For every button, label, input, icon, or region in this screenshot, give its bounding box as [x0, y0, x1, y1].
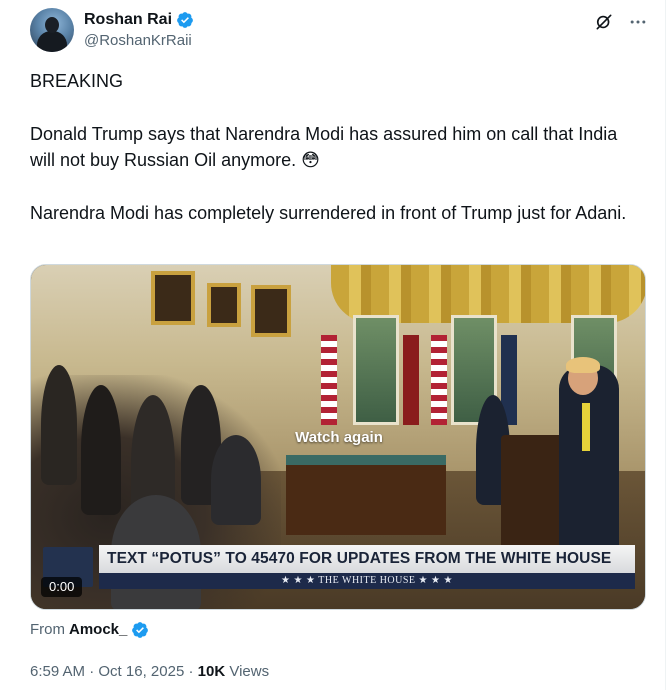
tweet-meta: 6:59 AM · Oct 16, 2025 · 10K Views — [30, 662, 269, 682]
tweet-line: BREAKING — [30, 71, 124, 91]
avatar[interactable] — [30, 8, 74, 52]
tweet-header: Roshan Rai @RoshanKrRaii — [30, 8, 648, 54]
watch-again-button[interactable]: Watch again — [31, 429, 645, 446]
video-duration-badge: 0:00 — [41, 577, 83, 597]
tweet-time[interactable]: 6:59 AM — [30, 663, 85, 680]
source-account-link[interactable]: Amock_ — [69, 620, 127, 640]
author-display-name[interactable]: Roshan Rai — [84, 10, 172, 30]
lower-third-sub: ★ ★ ★ THE WHITE HOUSE ★ ★ ★ — [99, 573, 635, 589]
video-lower-third: TEXT “POTUS” TO 45470 FOR UPDATES FROM T… — [99, 545, 635, 589]
tweet-line: Donald Trump says that Narendra Modi has… — [30, 124, 618, 170]
tweet-text: BREAKING Donald Trump says that Narendra… — [30, 68, 630, 226]
header-actions — [594, 12, 648, 32]
from-label: From — [30, 621, 65, 638]
author-handle[interactable]: @RoshanKrRaii — [84, 31, 194, 51]
author-names: Roshan Rai @RoshanKrRaii — [84, 10, 194, 51]
meta-separator: · — [89, 663, 95, 680]
views-label: Views — [229, 663, 270, 680]
meta-separator: · — [188, 663, 194, 680]
source-attribution: From Amock_ — [30, 620, 149, 640]
tweet-line: Narendra Modi has completely surrendered… — [30, 203, 627, 223]
video-player[interactable]: Watch again TEXT “POTUS” TO 45470 FOR UP… — [30, 264, 646, 610]
grok-icon[interactable] — [594, 12, 614, 32]
verified-badge-icon — [176, 11, 194, 29]
views-count: 10K — [197, 663, 226, 680]
verified-badge-icon — [131, 621, 149, 639]
more-icon[interactable] — [628, 12, 648, 32]
tweet-date[interactable]: Oct 16, 2025 — [98, 663, 184, 680]
lower-third-main: TEXT “POTUS” TO 45470 FOR UPDATES FROM T… — [99, 545, 635, 573]
